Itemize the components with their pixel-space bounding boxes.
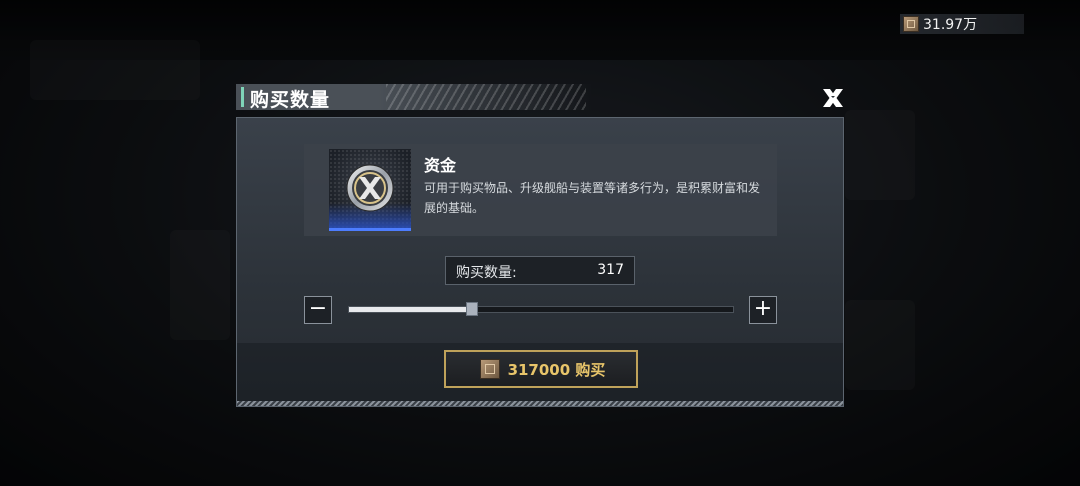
currency-display: 31.97万 [900,14,1024,34]
purchase-dialog: 资金 可用于购买物品、升级舰船与装置等诸多行为，是积累财富和发展的基础。 购买数… [236,117,844,407]
item-name: 资金 [424,156,457,175]
increase-button[interactable]: + [749,296,777,324]
crate-icon [479,359,500,379]
item-card: 资金 可用于购买物品、升级舰船与装置等诸多行为，是积累财富和发展的基础。 [304,144,777,236]
item-description: 可用于购买物品、升级舰船与装置等诸多行为，是积累财富和发展的基础。 [424,181,761,215]
buy-button[interactable]: 317000 购买 [444,350,638,388]
funds-coin-icon [346,164,394,212]
header-accent-bar [241,87,244,107]
quantity-label: 购买数量: [456,265,517,281]
buy-button-label: 317000 购买 [507,360,606,379]
slider-handle[interactable] [465,302,478,316]
dialog-bottom-stripe [237,401,843,406]
dialog-header: 购买数量 [236,84,592,110]
dialog-title: 购买数量 [250,89,331,110]
quantity-value: 317 [597,262,624,278]
close-button[interactable] [818,84,848,112]
item-thumbnail [329,149,411,231]
slider-fill [349,307,472,312]
crate-icon [903,16,919,32]
header-stripes [386,84,586,110]
quantity-slider[interactable] [348,302,734,316]
currency-amount: 31.97万 [923,17,978,33]
decrease-button[interactable]: − [304,296,332,324]
close-x-icon [823,89,843,107]
rarity-line [329,228,411,231]
quantity-display: 购买数量: 317 [445,256,635,285]
